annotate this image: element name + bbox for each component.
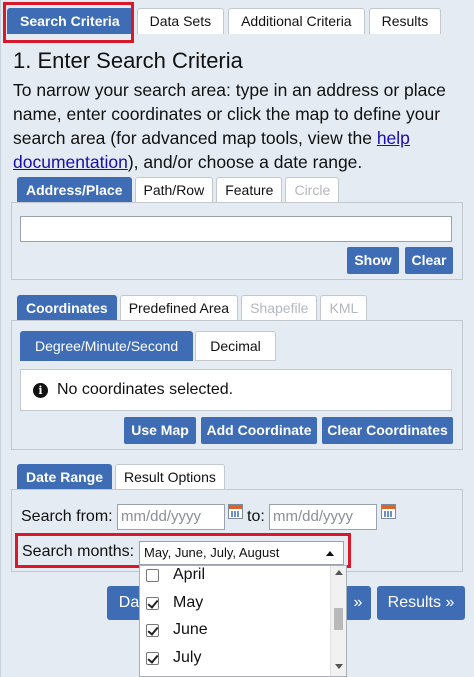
tab-coordinates[interactable]: Coordinates [17,295,117,321]
tab-date-range[interactable]: Date Range [17,464,113,490]
highlight-search-criteria-tab [3,2,134,43]
to-label: to: [247,508,265,525]
results-nav-button[interactable]: Results » [377,586,465,620]
search-to-input[interactable]: mm/dd/yyyy [269,504,377,530]
tab-feature[interactable]: Feature [216,177,283,203]
highlight-search-months [15,533,351,568]
scroll-down-icon[interactable] [335,664,343,669]
calendar-icon-to[interactable] [381,504,396,519]
coordinates-info-text: No coordinates selected. [57,381,234,398]
search-from-input[interactable]: mm/dd/yyyy [117,504,225,530]
info-icon: i [33,383,48,398]
tab-address-place[interactable]: Address/Place [17,177,132,203]
clear-button[interactable]: Clear [405,247,453,274]
month-label-may: May [173,594,204,611]
tab-kml: KML [320,295,368,321]
date-tabs: Date Range Result Options [17,464,228,490]
tab-data-sets[interactable]: Data Sets [136,8,225,34]
tab-path-row[interactable]: Path/Row [134,177,214,203]
search-panel: Search Criteria Data Sets Additional Cri… [0,0,474,677]
checkbox-april[interactable] [146,568,159,582]
coordinates-info: i No coordinates selected. [20,369,452,411]
intro-text-after: ), and/or choose a date range. [127,152,363,172]
tab-results[interactable]: Results [368,8,442,34]
address-box: Show Clear [11,202,463,280]
checkbox-may[interactable] [146,596,159,610]
months-dropdown[interactable]: April May June July [139,565,347,677]
month-label-july: July [173,649,202,666]
additional-criteria-nav-button[interactable]: » [345,586,371,620]
month-option-july[interactable]: July [146,647,201,669]
tab-circle: Circle [285,177,340,203]
dropdown-scrollbar[interactable] [330,566,346,676]
address-input[interactable] [20,216,452,242]
tab-predefined-area[interactable]: Predefined Area [119,295,239,321]
coordinate-format-tabs: Degree/Minute/Second Decimal [20,331,278,361]
tab-shapefile: Shapefile [241,295,318,321]
search-from-label: Search from: [21,508,113,525]
month-option-june[interactable]: June [146,619,208,641]
scroll-up-icon[interactable] [335,570,343,575]
intro-text: To narrow your search area: type in an a… [13,78,465,174]
scroll-thumb[interactable] [334,608,343,630]
tab-degree-minute-second[interactable]: Degree/Minute/Second [20,331,194,361]
coordinate-tabs: Coordinates Predefined Area Shapefile KM… [17,295,370,321]
address-tabs: Address/Place Path/Row Feature Circle [17,177,342,203]
tab-decimal[interactable]: Decimal [195,331,276,361]
tab-result-options[interactable]: Result Options [115,464,225,490]
page-title: 1. Enter Search Criteria [13,48,243,73]
checkbox-july[interactable] [146,651,159,665]
checkbox-june[interactable] [146,623,159,637]
coordinates-box: Degree/Minute/Second Decimal i No coordi… [11,320,463,450]
use-map-button[interactable]: Use Map [124,417,196,444]
calendar-icon[interactable] [228,504,243,519]
documentation-link[interactable]: documentation [13,152,128,172]
clear-coordinates-button[interactable]: Clear Coordinates [322,417,453,444]
help-link[interactable]: help [377,128,410,148]
month-option-april[interactable]: April [146,566,206,586]
month-label-june: June [173,621,208,638]
month-option-may[interactable]: May [146,592,203,614]
tab-additional-criteria[interactable]: Additional Criteria [228,8,365,34]
month-label-april: April [173,566,206,583]
show-button[interactable]: Show [347,247,399,274]
add-coordinate-button[interactable]: Add Coordinate [201,417,317,444]
